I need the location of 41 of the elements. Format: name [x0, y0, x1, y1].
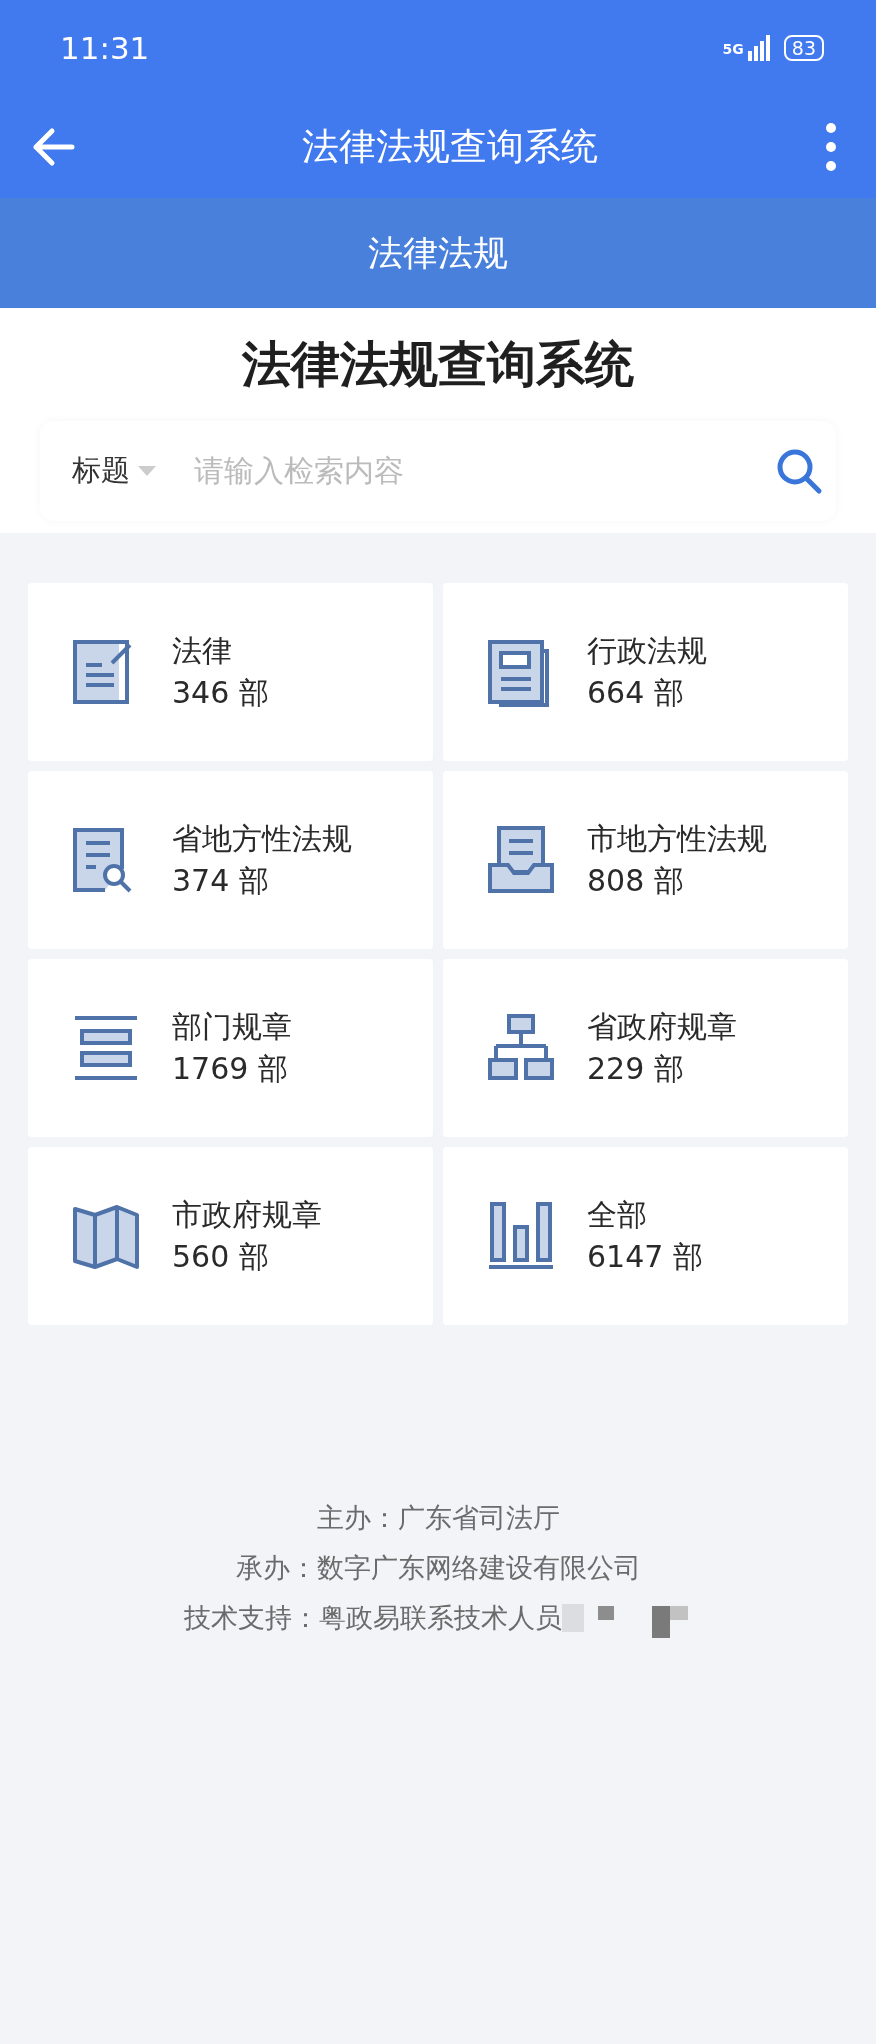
category-count: 346 部	[172, 673, 269, 712]
category-card[interactable]: 省地方性法规 374 部	[28, 770, 433, 949]
category-card[interactable]: 部门规章 1769 部	[28, 958, 433, 1137]
category-name: 市地方性法规	[587, 819, 767, 858]
more-button[interactable]	[824, 122, 838, 172]
app-title: 法律法规查询系统	[302, 124, 598, 171]
category-card[interactable]: 法律 346 部	[28, 582, 433, 761]
category-name: 部门规章	[172, 1007, 292, 1046]
footer-text: 主办：广东省司法厅	[316, 1500, 560, 1535]
category-card[interactable]: 行政法规 664 部	[443, 582, 848, 761]
category-count: 808 部	[587, 861, 685, 900]
category-count: 560 部	[172, 1237, 270, 1276]
category-count: 664 部	[587, 673, 685, 712]
category-card[interactable]: 市政府规章 560 部	[28, 1146, 433, 1325]
category-count: 374 部	[172, 861, 270, 900]
category-name: 省地方性法规	[172, 819, 352, 858]
caret-icon	[138, 465, 156, 476]
category-name: 市政府规章	[172, 1195, 322, 1234]
search-input[interactable]: 请输入检索内容	[192, 447, 774, 495]
page-title: 法律法规查询系统	[241, 335, 635, 395]
footer-text: 承办：数字广东网络建设有限公司	[235, 1550, 641, 1585]
category-count: 1769 部	[172, 1049, 289, 1088]
category-card[interactable]: 省政府规章 229 部	[443, 958, 848, 1137]
field-dropdown[interactable]: 标题	[72, 449, 156, 493]
inbox-document-icon	[487, 824, 557, 895]
hierarchy-icon	[487, 1012, 557, 1083]
battery-level: 83	[783, 34, 824, 62]
more-icon	[824, 122, 838, 172]
category-name: 法律	[172, 631, 233, 670]
footer-text: 技术支持：粤政易联系技术人员	[184, 1600, 562, 1635]
signal-icon	[747, 35, 772, 61]
category-card[interactable]: 全部 6147 部	[443, 1146, 848, 1325]
category-name: 全部	[587, 1195, 648, 1234]
tab[interactable]: 法律法规	[354, 220, 522, 286]
status-time: 11:31	[60, 28, 150, 68]
category-name: 行政法规	[587, 631, 707, 670]
category-card[interactable]: 市地方性法规 808 部	[443, 770, 848, 949]
category-count: 229 部	[587, 1049, 685, 1088]
category-name: 省政府规章	[587, 1007, 737, 1046]
category-count: 6147 部	[587, 1237, 703, 1276]
network-label: 5G	[722, 39, 744, 59]
